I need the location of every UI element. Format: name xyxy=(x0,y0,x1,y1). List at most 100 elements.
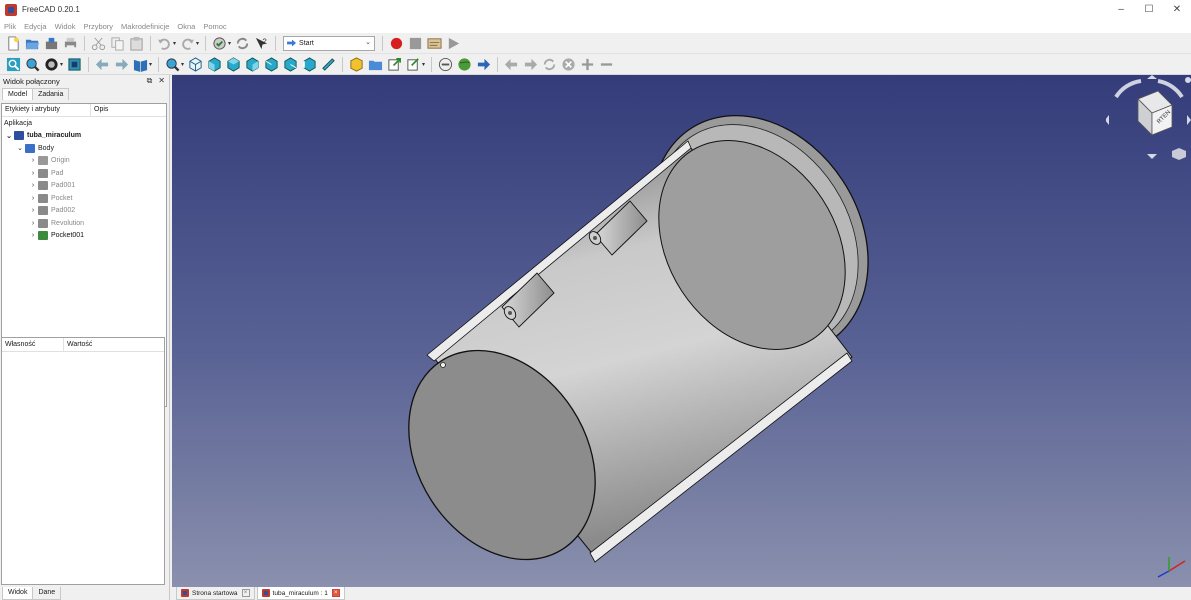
tree-column-labels[interactable]: Etykiety i atrybuty xyxy=(2,104,91,116)
expand-chevron-icon[interactable]: ⌄ xyxy=(4,132,14,140)
collapse-chevron-icon[interactable]: › xyxy=(28,157,38,164)
fit-selection-button[interactable] xyxy=(25,56,41,72)
tube-model[interactable] xyxy=(172,75,1191,587)
tab-data[interactable]: Dane xyxy=(32,587,62,600)
close-panel-icon[interactable]: ✕ xyxy=(158,76,165,86)
tab-tasks[interactable]: Zadania xyxy=(32,88,70,100)
tree-item[interactable]: ⌄ tuba_miraculum xyxy=(2,130,166,143)
collapse-chevron-icon[interactable]: › xyxy=(28,220,38,227)
web-zoom-out-button[interactable] xyxy=(599,56,615,72)
nav-back-button[interactable] xyxy=(95,56,111,72)
collapse-chevron-icon[interactable]: › xyxy=(28,232,38,239)
tab-model[interactable]: Model xyxy=(2,88,34,100)
close-tab-icon[interactable]: × xyxy=(241,589,250,597)
nav-forward-button[interactable] xyxy=(114,56,130,72)
arrow-down-icon[interactable] xyxy=(1147,154,1157,159)
record-macro-button[interactable] xyxy=(389,35,405,51)
tree-item[interactable]: › Revolution xyxy=(2,217,166,230)
undo-button[interactable] xyxy=(157,35,173,51)
navigation-cube[interactable]: RTEN xyxy=(1106,75,1191,170)
cube-face[interactable]: RTEN xyxy=(1137,90,1173,136)
tree-column-description[interactable]: Opis xyxy=(91,104,108,116)
link-actions-button[interactable] xyxy=(406,56,422,72)
tree-item[interactable]: Aplikacja xyxy=(2,117,166,130)
whats-this-button[interactable]: ? xyxy=(254,35,270,51)
property-column-name[interactable]: Własność xyxy=(2,338,64,351)
std-views-dropdown-icon[interactable]: ▾ xyxy=(149,61,152,68)
refresh-button[interactable] xyxy=(235,35,251,51)
paste-button[interactable] xyxy=(129,35,145,51)
tree-item[interactable]: › Pad xyxy=(2,167,166,180)
sync-view-button[interactable] xyxy=(438,56,454,72)
menu-edit[interactable]: Edycja xyxy=(24,22,47,31)
rotate-left-arrow-icon[interactable] xyxy=(1114,79,1142,99)
redo-button[interactable] xyxy=(180,35,196,51)
minimize-button[interactable]: – xyxy=(1107,0,1135,19)
maximize-button[interactable]: ☐ xyxy=(1135,0,1163,19)
macros-button[interactable] xyxy=(427,35,443,51)
view-menu-icon[interactable] xyxy=(1185,77,1191,83)
view-isometric-button[interactable] xyxy=(188,56,204,72)
create-group-button[interactable] xyxy=(368,56,384,72)
execute-macro-button[interactable] xyxy=(446,35,462,51)
menu-file[interactable]: Plik xyxy=(4,22,16,31)
menu-view[interactable]: Widok xyxy=(55,22,76,31)
draw-style-button[interactable] xyxy=(44,56,60,72)
web-button[interactable] xyxy=(457,56,473,72)
close-button[interactable]: ✕ xyxy=(1163,0,1191,19)
bounding-box-button[interactable] xyxy=(67,56,83,72)
tab-start-page[interactable]: Strona startowa × xyxy=(176,587,255,600)
tab-view[interactable]: Widok xyxy=(2,587,34,600)
tree-item[interactable]: › Pad001 xyxy=(2,180,166,193)
expand-chevron-icon[interactable]: ⌄ xyxy=(15,144,25,152)
view-front-button[interactable] xyxy=(207,56,223,72)
undock-icon[interactable]: ⧉ xyxy=(147,76,153,86)
workbench-selector[interactable]: Start ⌄ xyxy=(283,35,376,51)
measure-button[interactable] xyxy=(321,56,337,72)
view-bottom-button[interactable] xyxy=(283,56,299,72)
create-link-button[interactable] xyxy=(387,56,403,72)
menu-windows[interactable]: Okna xyxy=(177,22,195,31)
cut-button[interactable] xyxy=(91,35,107,51)
open-file-button[interactable] xyxy=(25,35,41,51)
create-part-button[interactable] xyxy=(349,56,365,72)
undo-dropdown-icon[interactable]: ▾ xyxy=(173,40,176,47)
view-right-button[interactable] xyxy=(245,56,261,72)
copy-button[interactable] xyxy=(110,35,126,51)
collapse-chevron-icon[interactable]: › xyxy=(28,195,38,202)
property-column-value[interactable]: Wartość xyxy=(64,338,92,351)
web-refresh-button[interactable] xyxy=(542,56,558,72)
std-dlg-button[interactable] xyxy=(212,35,228,51)
web-zoom-in-button[interactable] xyxy=(580,56,596,72)
draw-style-dropdown-icon[interactable]: ▾ xyxy=(60,61,63,68)
3d-viewport[interactable]: RTEN xyxy=(172,75,1191,587)
close-tab-icon[interactable]: × xyxy=(331,589,340,597)
fit-all-button[interactable] xyxy=(6,56,22,72)
print-button[interactable] xyxy=(63,35,79,51)
web-forward-button[interactable] xyxy=(523,56,539,72)
web-stop-button[interactable] xyxy=(561,56,577,72)
arrow-right-icon[interactable] xyxy=(1187,115,1191,125)
tree-item[interactable]: › Pad002 xyxy=(2,205,166,218)
collapse-chevron-icon[interactable]: › xyxy=(28,182,38,189)
arrow-up-icon[interactable] xyxy=(1147,75,1157,79)
menu-help[interactable]: Pomoc xyxy=(203,22,226,31)
tree-item[interactable]: ⌄ Body xyxy=(2,142,166,155)
view-left-button[interactable] xyxy=(302,56,318,72)
collapse-chevron-icon[interactable]: › xyxy=(28,207,38,214)
save-button[interactable] xyxy=(44,35,60,51)
zoom-dropdown-icon[interactable]: ▾ xyxy=(181,61,184,68)
std-dlg-dropdown-icon[interactable]: ▾ xyxy=(228,40,231,47)
tree-item[interactable]: › Pocket001 xyxy=(2,230,166,243)
collapse-chevron-icon[interactable]: › xyxy=(28,170,38,177)
zoom-button[interactable] xyxy=(165,56,181,72)
arrow-left-icon[interactable] xyxy=(1106,115,1109,125)
menu-macro[interactable]: Makrodefinicje xyxy=(121,22,169,31)
tree-item[interactable]: › Pocket xyxy=(2,192,166,205)
tab-tuba-miraculum[interactable]: tuba_miraculum : 1 × xyxy=(256,587,345,600)
new-file-button[interactable] xyxy=(6,35,22,51)
mini-cube-icon[interactable] xyxy=(1172,148,1186,160)
menu-tools[interactable]: Przybory xyxy=(83,22,113,31)
view-rear-button[interactable] xyxy=(264,56,280,72)
stop-macro-button[interactable] xyxy=(408,35,424,51)
